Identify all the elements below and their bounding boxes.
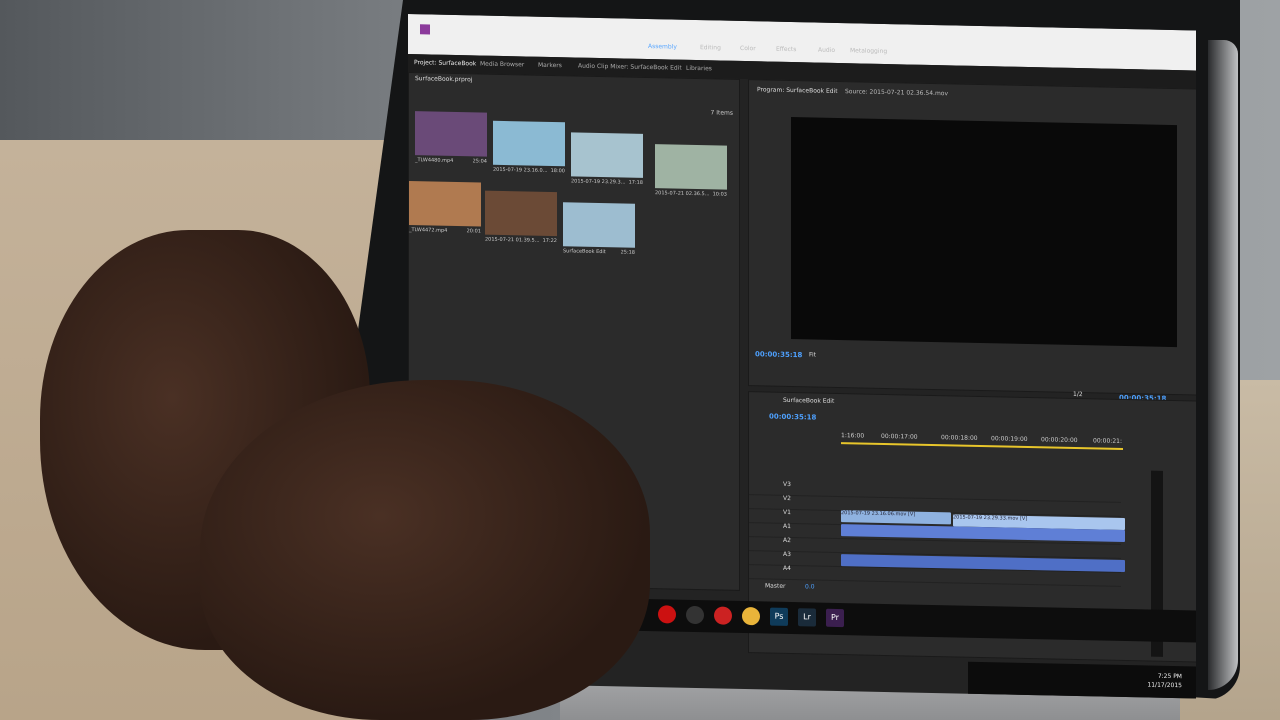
- workspace-editing[interactable]: Editing: [700, 44, 721, 51]
- chrome-icon[interactable]: [686, 605, 704, 625]
- track-label: A3: [783, 550, 791, 559]
- clip-duration: 20:01: [466, 228, 481, 235]
- ruler-label: 00:00:19:00: [991, 435, 1028, 443]
- photoshop-icon[interactable]: Ps: [770, 607, 788, 626]
- clip-duration: 17:22: [542, 237, 557, 245]
- clip-preview: [655, 144, 727, 190]
- clip-name: 2015-07-19 23.29.3...: [571, 178, 626, 186]
- right-hand: [200, 380, 650, 720]
- app-red-icon[interactable]: [714, 606, 732, 625]
- track-label: V2: [783, 494, 791, 503]
- ruler-label: 00:00:21:: [1093, 437, 1122, 445]
- track-label: A1: [783, 522, 791, 531]
- clip-duration: 18:00: [550, 167, 565, 175]
- timeline-timecode[interactable]: 00:00:35:18: [769, 413, 816, 422]
- tab-markers[interactable]: Markers: [538, 62, 562, 70]
- item-count: 7 Items: [710, 109, 733, 117]
- premiere-icon[interactable]: Pr: [826, 608, 844, 628]
- video-clip[interactable]: 2015-07-19 23.16.06.mov [V]: [841, 510, 951, 525]
- track-label: V3: [783, 480, 791, 489]
- project-file-name: SurfaceBook.prproj: [415, 75, 473, 84]
- clip-name: 2015-07-21 01.39.5...: [485, 236, 540, 244]
- clip-duration: 10:03: [712, 191, 727, 198]
- clip-name: _TLW4480.mp4: [415, 157, 454, 164]
- ruler-label: 1:16:00: [841, 432, 865, 440]
- video-preview[interactable]: [791, 117, 1177, 348]
- ruler-label: 00:00:20:00: [1041, 436, 1078, 445]
- premiere-app-icon: [420, 24, 430, 35]
- clip-duration: 25:04: [472, 158, 487, 165]
- tab-media-browser[interactable]: Media Browser: [480, 61, 524, 69]
- track-label: A4: [783, 564, 791, 573]
- work-area-bar[interactable]: [841, 442, 1123, 450]
- workspace-color[interactable]: Color: [740, 45, 756, 52]
- clock-date: 11/17/2015: [1147, 681, 1182, 690]
- clip-preview: [415, 111, 487, 157]
- clip-name: 2015-07-21 02.36.5...: [655, 190, 710, 198]
- clip-preview: [571, 132, 643, 178]
- clip-preview: [485, 190, 557, 237]
- clip-duration: 17:18: [628, 179, 643, 186]
- clip-name: _TLW4472.mp4: [409, 227, 448, 234]
- clip-thumbnail[interactable]: SurfaceBook Edit 25:18: [563, 202, 635, 266]
- clip-thumbnail[interactable]: 2015-07-19 23.29.3... 17:18: [571, 132, 643, 196]
- track-label: V1: [783, 508, 791, 517]
- program-label[interactable]: Program: SurfaceBook Edit: [757, 86, 838, 95]
- clip-preview: [409, 181, 481, 227]
- tab-libraries[interactable]: Libraries: [686, 65, 712, 73]
- system-tray: 7:25 PM 11/17/2015: [968, 661, 1196, 699]
- program-timecode[interactable]: 00:00:35:18: [755, 350, 802, 359]
- clip-thumbnail[interactable]: _TLW4472.mp4 20:01: [409, 181, 481, 245]
- clip-name: SurfaceBook Edit: [563, 248, 606, 256]
- ruler-label: 00:00:17:00: [881, 432, 918, 441]
- laptop-edge: [1208, 40, 1238, 690]
- clip-preview: [493, 120, 565, 167]
- browser-icon[interactable]: [742, 606, 760, 626]
- workspace-assembly[interactable]: Assembly: [648, 43, 677, 51]
- clip-duration: 25:18: [620, 249, 635, 256]
- clip-thumbnail[interactable]: _TLW4480.mp4 25:04: [415, 111, 487, 175]
- master-volume[interactable]: 0.0: [805, 583, 815, 590]
- workspace-effects[interactable]: Effects: [776, 46, 796, 53]
- workspace-metalogging[interactable]: Metalogging: [850, 47, 887, 55]
- sequence-tab[interactable]: SurfaceBook Edit: [783, 397, 834, 405]
- time-ruler[interactable]: 1:16:00 00:00:17:00 00:00:18:00 00:00:19…: [841, 432, 1122, 445]
- record-icon[interactable]: [658, 605, 676, 624]
- ruler-label: 00:00:18:00: [941, 434, 978, 442]
- program-monitor: Program: SurfaceBook Edit Source: 2015-0…: [748, 79, 1196, 403]
- master-label: Master: [765, 582, 786, 590]
- clip-thumbnail[interactable]: 2015-07-21 01.39.5... 17:22: [485, 190, 557, 255]
- source-label[interactable]: Source: 2015-07-21 02.36.54.mov: [845, 88, 948, 97]
- track-label: A2: [783, 536, 791, 545]
- clip-thumbnail[interactable]: 2015-07-21 02.36.5... 10:03: [655, 144, 727, 208]
- clip-thumbnail[interactable]: 2015-07-19 23.16.0... 18:00: [493, 120, 565, 185]
- tab-audio-clip-mixer[interactable]: Audio Clip Mixer: SurfaceBook Edit: [578, 63, 682, 72]
- tab-project[interactable]: Project: SurfaceBook: [414, 59, 476, 67]
- lightroom-icon[interactable]: Lr: [798, 608, 816, 627]
- clip-preview: [563, 202, 635, 248]
- system-clock[interactable]: 7:25 PM 11/17/2015: [1147, 671, 1182, 690]
- clip-name: 2015-07-19 23.16.0...: [493, 166, 548, 174]
- fit-dropdown[interactable]: Fit: [809, 351, 816, 358]
- workspace-audio[interactable]: Audio: [818, 47, 835, 54]
